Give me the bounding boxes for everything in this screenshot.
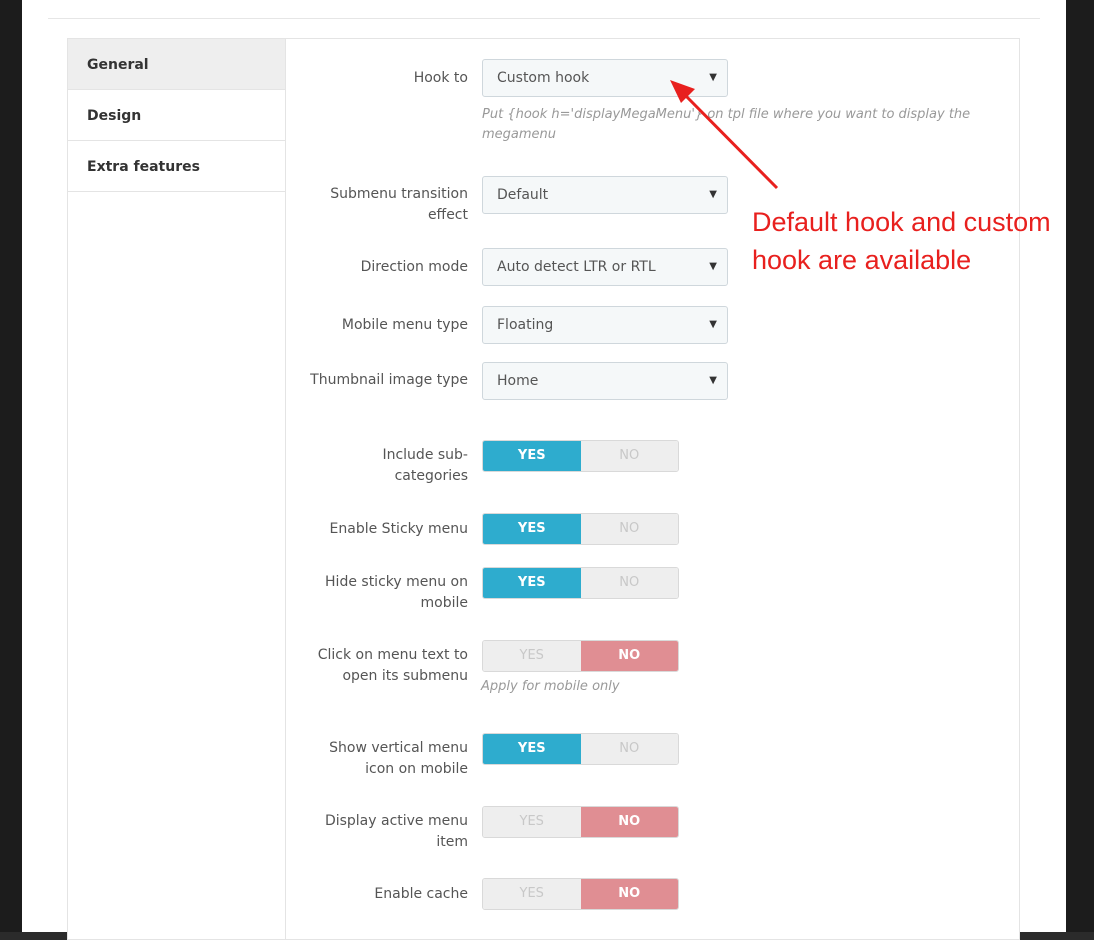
modal-divider <box>48 18 1040 19</box>
hook-to-help: Put {hook h='displayMegaMenu'} on tpl fi… <box>482 107 971 142</box>
enable-cache-label: Enable cache <box>374 886 468 902</box>
click-menu-text-help: Apply for mobile only <box>481 679 620 694</box>
direction-mode-value: Auto detect LTR or RTL <box>497 259 656 275</box>
mobile-menu-type-value: Floating <box>497 317 554 333</box>
include-subcategories-switch[interactable]: YES NO <box>482 440 679 472</box>
caret-down-icon: ▼ <box>709 72 717 83</box>
settings-tabs: General Design Extra features <box>68 39 286 939</box>
submenu-transition-value: Default <box>497 187 549 203</box>
yes-option[interactable]: YES <box>483 879 581 909</box>
no-option[interactable]: NO <box>580 807 678 837</box>
caret-down-icon: ▼ <box>709 261 717 272</box>
display-active-item-switch[interactable]: YES NO <box>482 806 679 838</box>
yes-option[interactable]: YES <box>483 734 581 764</box>
click-menu-text-label: Click on menu text to open its submenu <box>317 647 468 684</box>
no-option[interactable]: NO <box>580 641 678 671</box>
direction-mode-select[interactable]: Auto detect LTR or RTL ▼ <box>482 248 728 286</box>
include-subcategories-label: Include sub-categories <box>382 447 468 484</box>
yes-option[interactable]: YES <box>483 514 581 544</box>
direction-mode-label: Direction mode <box>360 259 468 275</box>
hook-to-label: Hook to <box>413 70 468 86</box>
show-vertical-icon-switch[interactable]: YES NO <box>482 733 679 765</box>
no-option[interactable]: NO <box>580 441 678 471</box>
no-option[interactable]: NO <box>580 879 678 909</box>
tab-design[interactable]: Design <box>68 90 285 141</box>
no-option[interactable]: NO <box>580 568 678 598</box>
hook-to-value: Custom hook <box>497 70 590 86</box>
submenu-transition-select[interactable]: Default ▼ <box>482 176 728 214</box>
caret-down-icon: ▼ <box>709 375 717 386</box>
yes-option[interactable]: YES <box>483 568 581 598</box>
thumbnail-image-type-value: Home <box>497 373 539 389</box>
yes-option[interactable]: YES <box>483 441 581 471</box>
caret-down-icon: ▼ <box>709 319 717 330</box>
no-option[interactable]: NO <box>580 514 678 544</box>
background-overlay-left <box>0 0 22 932</box>
enable-sticky-menu-label: Enable Sticky menu <box>329 521 468 537</box>
hide-sticky-mobile-label: Hide sticky menu on mobile <box>325 574 468 611</box>
settings-modal: General Design Extra features Hook to Cu… <box>22 0 1066 940</box>
enable-cache-switch[interactable]: YES NO <box>482 878 679 910</box>
general-settings-form: Hook to Custom hook ▼ Put {hook h='displ… <box>286 39 1019 939</box>
annotation-line-1: Default hook and custom <box>752 207 1051 237</box>
yes-option[interactable]: YES <box>483 641 581 671</box>
settings-panel: General Design Extra features Hook to Cu… <box>67 38 1020 940</box>
thumbnail-image-type-label: Thumbnail image type <box>310 372 468 388</box>
caret-down-icon: ▼ <box>709 189 717 200</box>
display-active-item-label: Display active menu item <box>324 813 468 850</box>
yes-option[interactable]: YES <box>483 807 581 837</box>
enable-sticky-menu-switch[interactable]: YES NO <box>482 513 679 545</box>
hook-to-select[interactable]: Custom hook ▼ <box>482 59 728 97</box>
annotation-text: Default hook and custom hook are availab… <box>752 203 1051 279</box>
hide-sticky-mobile-switch[interactable]: YES NO <box>482 567 679 599</box>
background-overlay-right <box>1066 0 1094 932</box>
no-option[interactable]: NO <box>580 734 678 764</box>
submenu-transition-label: Submenu transition effect <box>330 186 468 223</box>
tab-extra-features[interactable]: Extra features <box>68 141 285 192</box>
annotation-line-2: hook are available <box>752 245 972 275</box>
tab-general[interactable]: General <box>68 39 285 90</box>
click-menu-text-switch[interactable]: YES NO <box>482 640 679 672</box>
show-vertical-icon-label: Show vertical menu icon on mobile <box>329 740 468 777</box>
mobile-menu-type-label: Mobile menu type <box>341 317 468 333</box>
thumbnail-image-type-select[interactable]: Home ▼ <box>482 362 728 400</box>
mobile-menu-type-select[interactable]: Floating ▼ <box>482 306 728 344</box>
